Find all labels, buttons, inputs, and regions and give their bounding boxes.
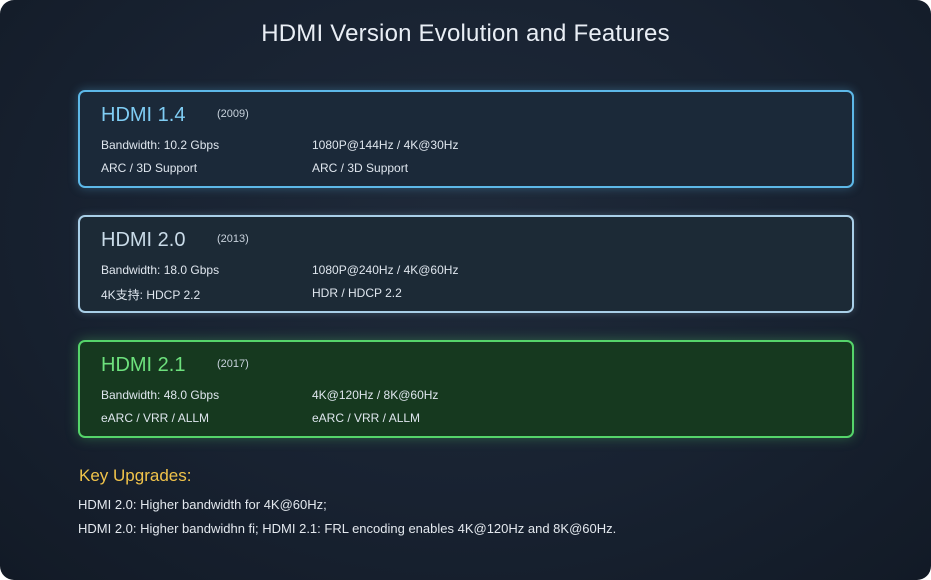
upgrade-line: HDMI 2.0: Higher bandwidhn fi; HDMI 2.1:… <box>78 521 617 536</box>
spec-resolution: 4K@120Hz / 8K@60Hz <box>312 388 439 402</box>
hdmi-infographic-panel: HDMI Version Evolution and Features HDMI… <box>0 0 931 580</box>
spec-bandwidth: Bandwidth: 10.2 Gbps <box>101 138 220 152</box>
spec-bandwidth: Bandwidth: 18.0 Gbps <box>101 263 220 277</box>
spec-bandwidth: Bandwidth: 48.0 Gbps <box>101 388 220 402</box>
version-card-hdmi-2-1: HDMI 2.1 (2017) Bandwidth: 48.0 Gbps eAR… <box>78 340 854 438</box>
page-title: HDMI Version Evolution and Features <box>261 20 670 47</box>
version-name: HDMI 2.0 <box>101 229 186 251</box>
spec-resolution: 1080P@144Hz / 4K@30Hz <box>312 138 459 152</box>
version-year: (2017) <box>217 358 249 370</box>
spec-features: ARC / 3D Support <box>101 161 198 175</box>
version-name: HDMI 2.1 <box>101 354 186 376</box>
spec-extras: eARC / VRR / ALLM <box>312 411 421 425</box>
spec-extras: HDR / HDCP 2.2 <box>312 286 402 300</box>
spec-extras: ARC / 3D Support <box>312 161 409 175</box>
spec-features: 4K支持: HDCP 2.2 <box>101 288 201 302</box>
version-name: HDMI 1.4 <box>101 104 186 126</box>
version-year: (2009) <box>217 108 249 120</box>
upgrade-line: HDMI 2.0: Higher bandwidth for 4K@60Hz; <box>78 497 327 512</box>
version-card-hdmi-1-4: HDMI 1.4 (2009) Bandwidth: 10.2 Gbps ARC… <box>78 90 854 188</box>
version-year: (2013) <box>217 233 249 245</box>
spec-resolution: 1080P@240Hz / 4K@60Hz <box>312 263 459 277</box>
spec-features: eARC / VRR / ALLM <box>101 411 210 425</box>
version-card-hdmi-2-0: HDMI 2.0 (2013) Bandwidth: 18.0 Gbps 4K支… <box>78 215 854 313</box>
key-upgrades-heading: Key Upgrades: <box>79 466 192 485</box>
